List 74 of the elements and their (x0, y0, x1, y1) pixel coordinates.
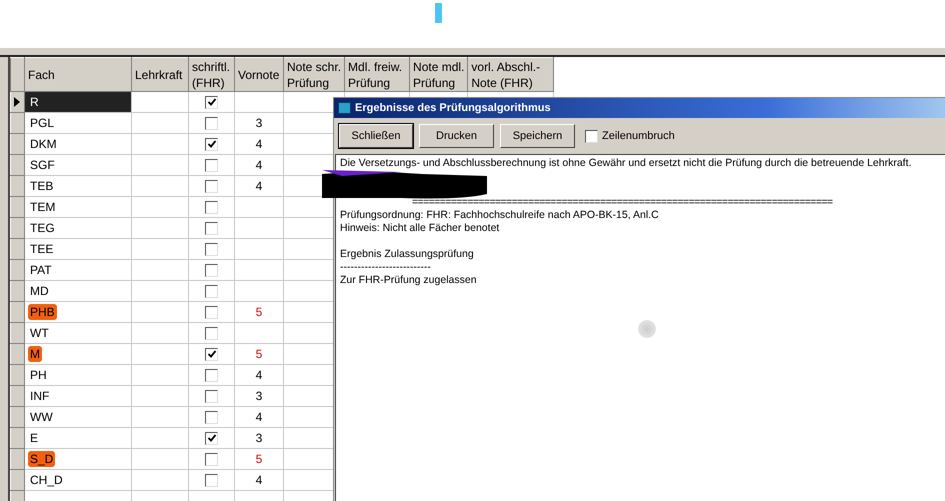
checkbox[interactable] (205, 369, 218, 382)
table-cell: 3 (256, 116, 262, 130)
column-header[interactable]: Lehrkraft (132, 58, 188, 92)
table-cell-text: TEE (29, 241, 54, 257)
column-header[interactable]: vorl. Abschl.- Note (FHR) (468, 58, 554, 92)
column-header[interactable]: Fach (24, 58, 132, 92)
table-cell-text: PGL (29, 115, 56, 131)
window-icon (338, 102, 351, 114)
toolbar-button[interactable]: Drucken (419, 124, 494, 148)
column-header[interactable]: Mdl. freiw. Prüfung (344, 58, 410, 92)
table-cell: S_D (28, 451, 56, 467)
table-cell-text: TEB (29, 178, 54, 194)
toolbar-button[interactable]: Speichern (500, 124, 575, 148)
checkbox[interactable] (205, 306, 218, 320)
column-header[interactable]: Note schr. Prüfung (284, 58, 345, 92)
checkbox[interactable] (205, 327, 218, 340)
checkbox[interactable] (205, 201, 218, 214)
checkbox[interactable] (205, 138, 218, 152)
table-cell-text: MD (29, 283, 50, 299)
table-cell: 4 (256, 473, 262, 487)
table-cell-text: PH (29, 367, 48, 383)
table-cell-text: DKM (29, 136, 58, 152)
table-cell: PHB (28, 304, 57, 320)
checkbox-label[interactable]: Zeilenumbruch (602, 130, 675, 142)
column-header[interactable]: Note mdl. Prüfung (410, 58, 468, 92)
marker-bar (435, 3, 442, 23)
checkbox[interactable] (205, 264, 218, 278)
separator-line: ============================================================================ (412, 196, 834, 209)
report-line: Hinweis: Nicht alle Fächer benotet (340, 222, 500, 235)
checkbox[interactable] (205, 285, 218, 298)
table-cell: 4 (256, 179, 262, 193)
row-header[interactable] (10, 92, 24, 112)
checkbox[interactable] (205, 411, 218, 424)
report-line: Die Versetzungs- und Abschlussberechnung ist ohne Gewähr und ersetzt nicht die Prüfung durch die betreuende Lehrkraft. (340, 157, 912, 170)
table-cell-text: TEG (29, 220, 56, 236)
column-header[interactable]: Vornote (234, 58, 284, 92)
report-line: Zur FHR-Prüfung zugelassen (340, 274, 478, 287)
window-title: Ergebnisse des Prüfungsalgorithmus (355, 102, 551, 114)
checkbox[interactable] (205, 348, 218, 362)
checkbox[interactable] (205, 390, 218, 404)
checkbox[interactable] (205, 96, 218, 110)
checkbox[interactable] (205, 243, 218, 256)
table-cell-text: PAT (29, 262, 53, 278)
checkbox[interactable] (205, 180, 218, 194)
table-cell: 4 (256, 158, 262, 172)
table-cell: 3 (256, 389, 262, 403)
table-cell: 4 (256, 137, 262, 151)
table-cell-text: CH_D (29, 472, 64, 488)
table-cell: 4 (256, 368, 262, 382)
report-line: Prüfungsordnung: FHR: Fachhochschulreife nach APO-BK-15, Anl.C (340, 209, 660, 222)
checkbox[interactable] (585, 130, 598, 142)
checkbox[interactable] (205, 222, 218, 236)
table-cell: 3 (256, 431, 262, 445)
checkbox[interactable] (205, 474, 218, 488)
checkbox[interactable] (205, 159, 218, 172)
report-line: Ergebnis Zulassungsprüfung (340, 248, 475, 261)
table-cell: 4 (256, 410, 262, 424)
table-cell-text: WW (29, 409, 54, 425)
table-cell-text: INF (29, 388, 50, 404)
table-cell-text: R (29, 94, 40, 110)
checkbox[interactable] (205, 432, 218, 446)
column-header[interactable]: schriftl. (FHR) (188, 58, 234, 92)
table-cell-text: WT (29, 325, 50, 341)
table-cell: 5 (256, 305, 262, 319)
checkbox[interactable] (205, 453, 218, 466)
table-cell-text: TEM (29, 199, 56, 215)
table-cell: 5 (256, 452, 262, 466)
toolbar-button[interactable]: Schließen (339, 124, 413, 148)
table-cell: M (28, 346, 42, 362)
report-line: -------------------------- (340, 261, 432, 274)
table-cell-text: SGF (29, 157, 56, 173)
table-cell-text: E (29, 430, 40, 446)
checkbox[interactable] (205, 117, 218, 130)
table-cell: 5 (256, 347, 262, 361)
